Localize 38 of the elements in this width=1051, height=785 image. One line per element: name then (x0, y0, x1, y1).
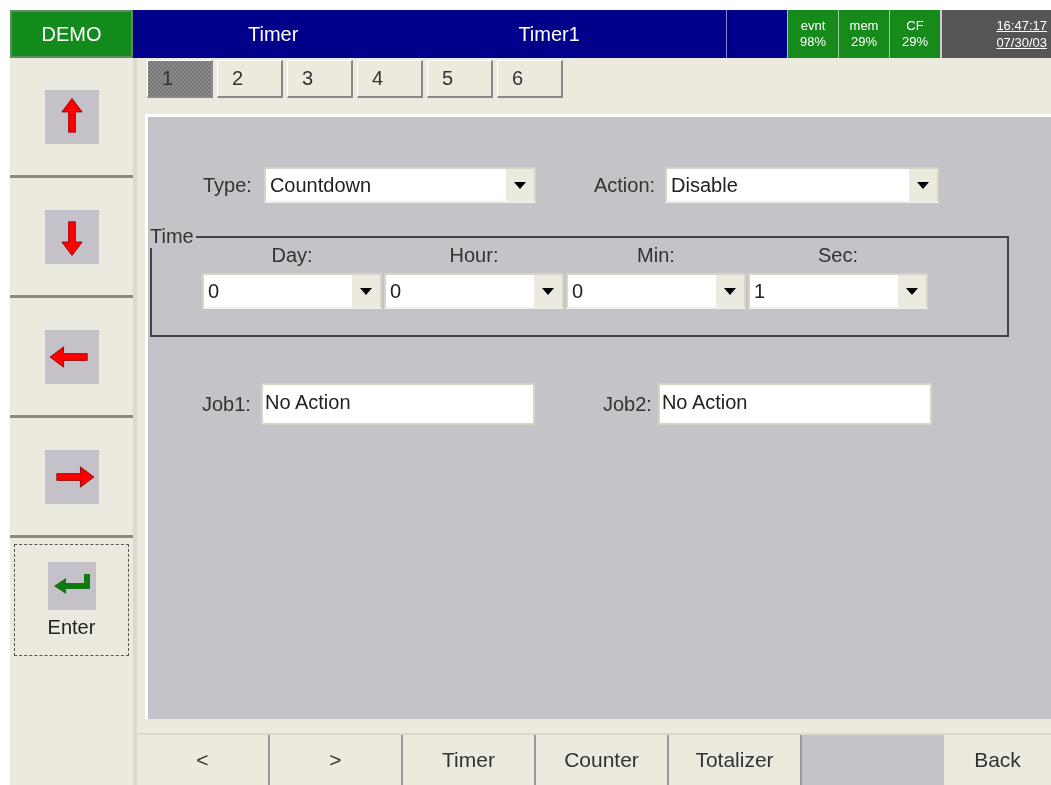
dropdown[interactable]: Countdown (263, 167, 536, 203)
input-field[interactable]: No Action (260, 383, 535, 425)
tab[interactable]: 5 (427, 60, 493, 98)
field-label: Type: (203, 173, 252, 197)
dropdown[interactable]: 1 (748, 273, 928, 309)
clock: 16:47:17 07/30/03 (940, 10, 1051, 58)
input-field[interactable]: No Action (657, 383, 932, 425)
tab[interactable]: 6 (497, 60, 563, 98)
screen-title: Timer (248, 22, 299, 46)
field-label: Hour: (449, 244, 499, 267)
dropdown[interactable]: Disable (665, 167, 940, 203)
field-label: Day: (271, 244, 313, 267)
caret-icon (908, 169, 938, 201)
tab[interactable]: 2 (217, 60, 283, 98)
caret-icon (533, 275, 562, 307)
caret-icon (504, 169, 534, 201)
caret-icon (897, 275, 926, 307)
caret-icon (715, 275, 744, 307)
field-label: Job1: (202, 392, 251, 416)
status-indicator: evnt 98% (787, 10, 838, 58)
status-indicator: mem 29% (838, 10, 889, 58)
status-indicator: CF 29% (889, 10, 940, 58)
enter-icon (47, 561, 96, 610)
dropdown[interactable]: 0 (384, 273, 564, 309)
dropdown[interactable]: 0 (566, 273, 746, 309)
group-legend: Time (148, 225, 196, 248)
demo-badge: DEMO (10, 10, 133, 58)
field-label: Action: (593, 173, 656, 197)
caret-icon (351, 275, 380, 307)
field-label: Sec: (818, 244, 858, 267)
tab[interactable]: 3 (287, 60, 353, 98)
tab[interactable]: 1 (147, 60, 213, 98)
dropdown[interactable]: 0 (202, 273, 382, 309)
enter-button[interactable]: Enter (14, 544, 129, 656)
field-label: Job2: (602, 392, 652, 416)
field-label: Min: (637, 244, 675, 267)
screen-subtitle: Timer1 (518, 22, 580, 46)
tab[interactable]: 4 (357, 60, 423, 98)
